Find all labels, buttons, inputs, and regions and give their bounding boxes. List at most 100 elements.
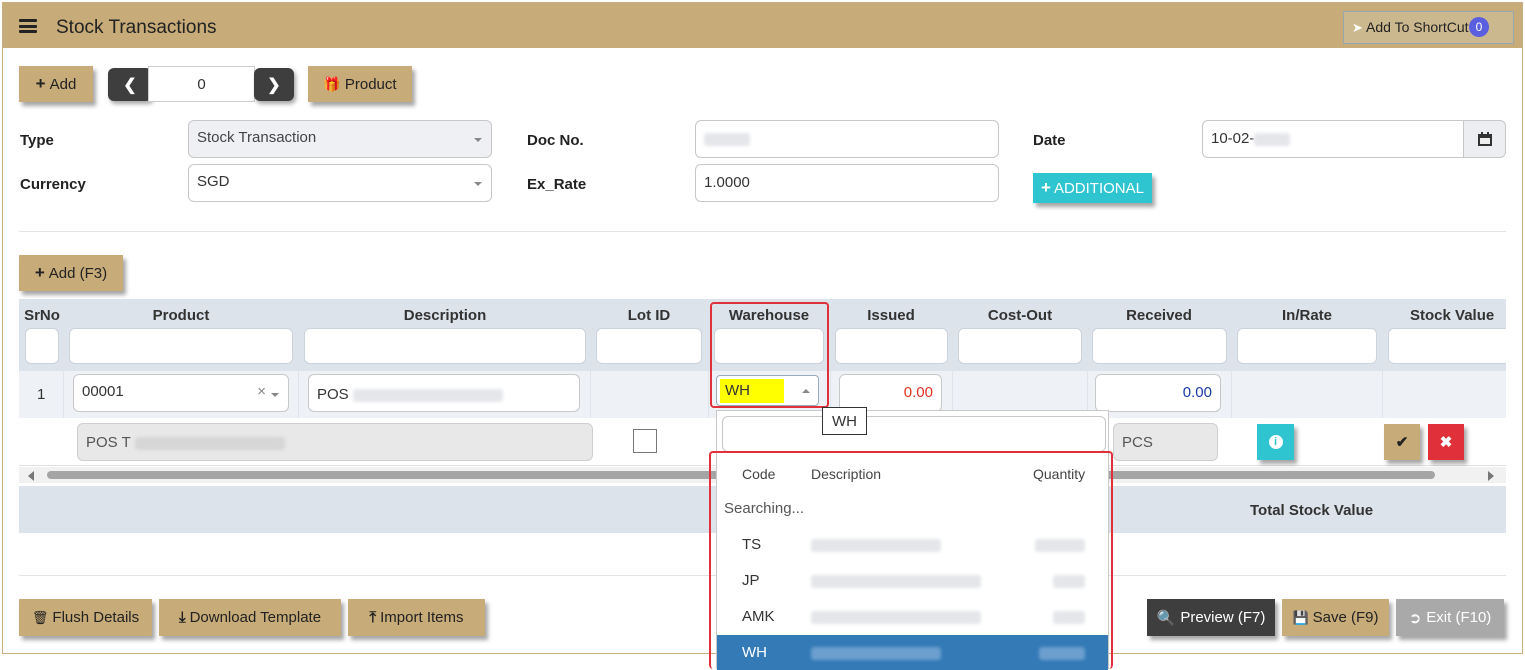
add-row-button[interactable]: + Add (F3) xyxy=(19,255,123,291)
product-button-label: Product xyxy=(344,75,397,93)
calendar-button[interactable] xyxy=(1463,120,1506,158)
filter-lot-id[interactable] xyxy=(596,328,702,364)
save-label: Save (F9) xyxy=(1312,609,1379,626)
row-uom: PCS xyxy=(1113,423,1218,461)
column-header-cost-out[interactable]: Cost-Out xyxy=(959,307,1081,324)
info-icon: i xyxy=(1268,435,1283,449)
lot-checkbox[interactable] xyxy=(633,429,657,453)
description-redacted xyxy=(352,388,503,402)
info-button[interactable]: i xyxy=(1257,424,1294,460)
product-button[interactable]: 🎁 Product xyxy=(308,66,412,102)
hamburger-menu-icon[interactable] xyxy=(19,19,37,33)
type-value: Stock Transaction xyxy=(197,129,317,146)
total-stock-value-label: Total Stock Value xyxy=(1250,502,1374,519)
download-template-button[interactable]: ⤓ Download Template xyxy=(159,599,341,636)
type-select[interactable]: Stock Transaction xyxy=(188,120,492,158)
add-button[interactable]: + Add xyxy=(19,66,93,102)
date-redacted xyxy=(1254,132,1291,146)
scroll-left-icon[interactable] xyxy=(28,471,34,481)
next-record-button[interactable]: ❯ xyxy=(254,68,294,101)
add-row-label: Add (F3) xyxy=(48,264,108,282)
add-button-label: Add xyxy=(49,75,77,93)
warehouse-tooltip: WH xyxy=(822,407,867,435)
column-header-description[interactable]: Description xyxy=(305,307,585,324)
column-header-lot-id[interactable]: Lot ID xyxy=(597,307,701,324)
row-product-select[interactable]: 00001 × xyxy=(73,374,289,412)
docno-label: Doc No. xyxy=(527,132,584,149)
filter-issued[interactable] xyxy=(835,328,948,364)
additional-button-label: ADDITIONAL xyxy=(1053,179,1144,197)
page-title: Stock Transactions xyxy=(56,17,217,38)
row-received-input[interactable]: 0.00 xyxy=(1095,374,1221,412)
filter-srno[interactable] xyxy=(25,328,59,364)
exit-label: Exit (F10) xyxy=(1426,609,1492,626)
row-description-prefix: POS xyxy=(317,386,349,403)
caret-down-icon xyxy=(474,138,482,142)
gift-icon: 🎁 xyxy=(323,75,341,92)
plus-icon: + xyxy=(34,263,45,282)
filter-product[interactable] xyxy=(69,328,293,364)
confirm-row-button[interactable]: ✔ xyxy=(1384,424,1420,460)
download-template-label: Download Template xyxy=(189,609,322,626)
flush-details-label: Flush Details xyxy=(52,609,140,626)
date-value: 10-02- xyxy=(1211,130,1255,147)
column-header-stock-value[interactable]: Stock Value xyxy=(1410,307,1510,324)
dropdown-search-input[interactable] xyxy=(722,416,1106,452)
clear-icon[interactable]: × xyxy=(257,383,266,400)
record-number-input[interactable]: 0 xyxy=(148,66,255,102)
row-product-value: 00001 xyxy=(82,383,124,400)
previous-record-button[interactable]: ❮ xyxy=(108,68,152,101)
upload-icon: ⤒ xyxy=(369,609,377,626)
currency-value: SGD xyxy=(197,173,230,190)
row-detail-description: POS T xyxy=(77,423,593,461)
column-header-in-rate[interactable]: In/Rate xyxy=(1238,307,1376,324)
filter-cost-out[interactable] xyxy=(958,328,1082,364)
import-items-button[interactable]: ⤒ Import Items xyxy=(348,599,485,636)
shortcut-label: Add To ShortCut xyxy=(1366,19,1469,35)
warehouse-highlight-box xyxy=(710,302,829,408)
floppy-icon: 💾 xyxy=(1292,609,1309,625)
delete-row-button[interactable]: ✖ xyxy=(1428,424,1464,460)
exit-icon: ➲ xyxy=(1408,609,1422,627)
preview-button[interactable]: 🔍 Preview (F7) xyxy=(1147,599,1275,636)
chevron-right-icon: ❯ xyxy=(267,76,281,94)
plus-icon: + xyxy=(35,74,46,93)
save-button[interactable]: 💾 Save (F9) xyxy=(1282,599,1389,636)
detail-redacted xyxy=(134,436,285,450)
row-srno: 1 xyxy=(37,386,46,403)
add-to-shortcut-button[interactable]: ➤ Add To ShortCut 0 xyxy=(1343,11,1514,44)
column-header-srno[interactable]: SrNo xyxy=(22,307,62,324)
filter-received[interactable] xyxy=(1092,328,1227,364)
calendar-icon xyxy=(1478,132,1492,146)
search-icon: 🔍 xyxy=(1156,609,1176,627)
docno-redacted xyxy=(704,132,750,146)
docno-input[interactable] xyxy=(695,120,999,158)
row-description-input[interactable]: POS xyxy=(308,374,580,412)
exrate-input[interactable]: 1.0000 xyxy=(695,164,999,202)
import-items-label: Import Items xyxy=(380,609,464,626)
column-header-product[interactable]: Product xyxy=(70,307,292,324)
rocket-icon: ➤ xyxy=(1352,20,1363,35)
filter-in-rate[interactable] xyxy=(1237,328,1377,364)
date-input[interactable]: 10-02- xyxy=(1202,120,1464,158)
currency-select[interactable]: SGD xyxy=(188,164,492,202)
row-detail-description-prefix: POS T xyxy=(86,434,131,451)
filter-description[interactable] xyxy=(304,328,586,364)
column-header-received[interactable]: Received xyxy=(1093,307,1225,324)
caret-down-icon xyxy=(474,182,482,186)
flush-details-button[interactable]: 🗑 Flush Details xyxy=(19,599,152,636)
check-icon: ✔ xyxy=(1395,434,1409,451)
scroll-right-icon[interactable] xyxy=(1488,471,1494,481)
column-header-issued[interactable]: Issued xyxy=(836,307,946,324)
date-label: Date xyxy=(1033,132,1066,149)
filter-stock-value[interactable] xyxy=(1388,328,1506,364)
trash-icon: 🗑 xyxy=(31,609,49,625)
currency-label: Currency xyxy=(20,176,86,193)
exit-button[interactable]: ➲ Exit (F10) xyxy=(1396,599,1504,636)
divider xyxy=(19,231,1506,232)
shortcut-count-badge: 0 xyxy=(1469,17,1489,37)
additional-button[interactable]: + ADDITIONAL xyxy=(1033,173,1152,203)
download-icon: ⤓ xyxy=(178,609,186,626)
chevron-left-icon: ❮ xyxy=(123,76,137,94)
close-icon: ✖ xyxy=(1439,434,1453,451)
